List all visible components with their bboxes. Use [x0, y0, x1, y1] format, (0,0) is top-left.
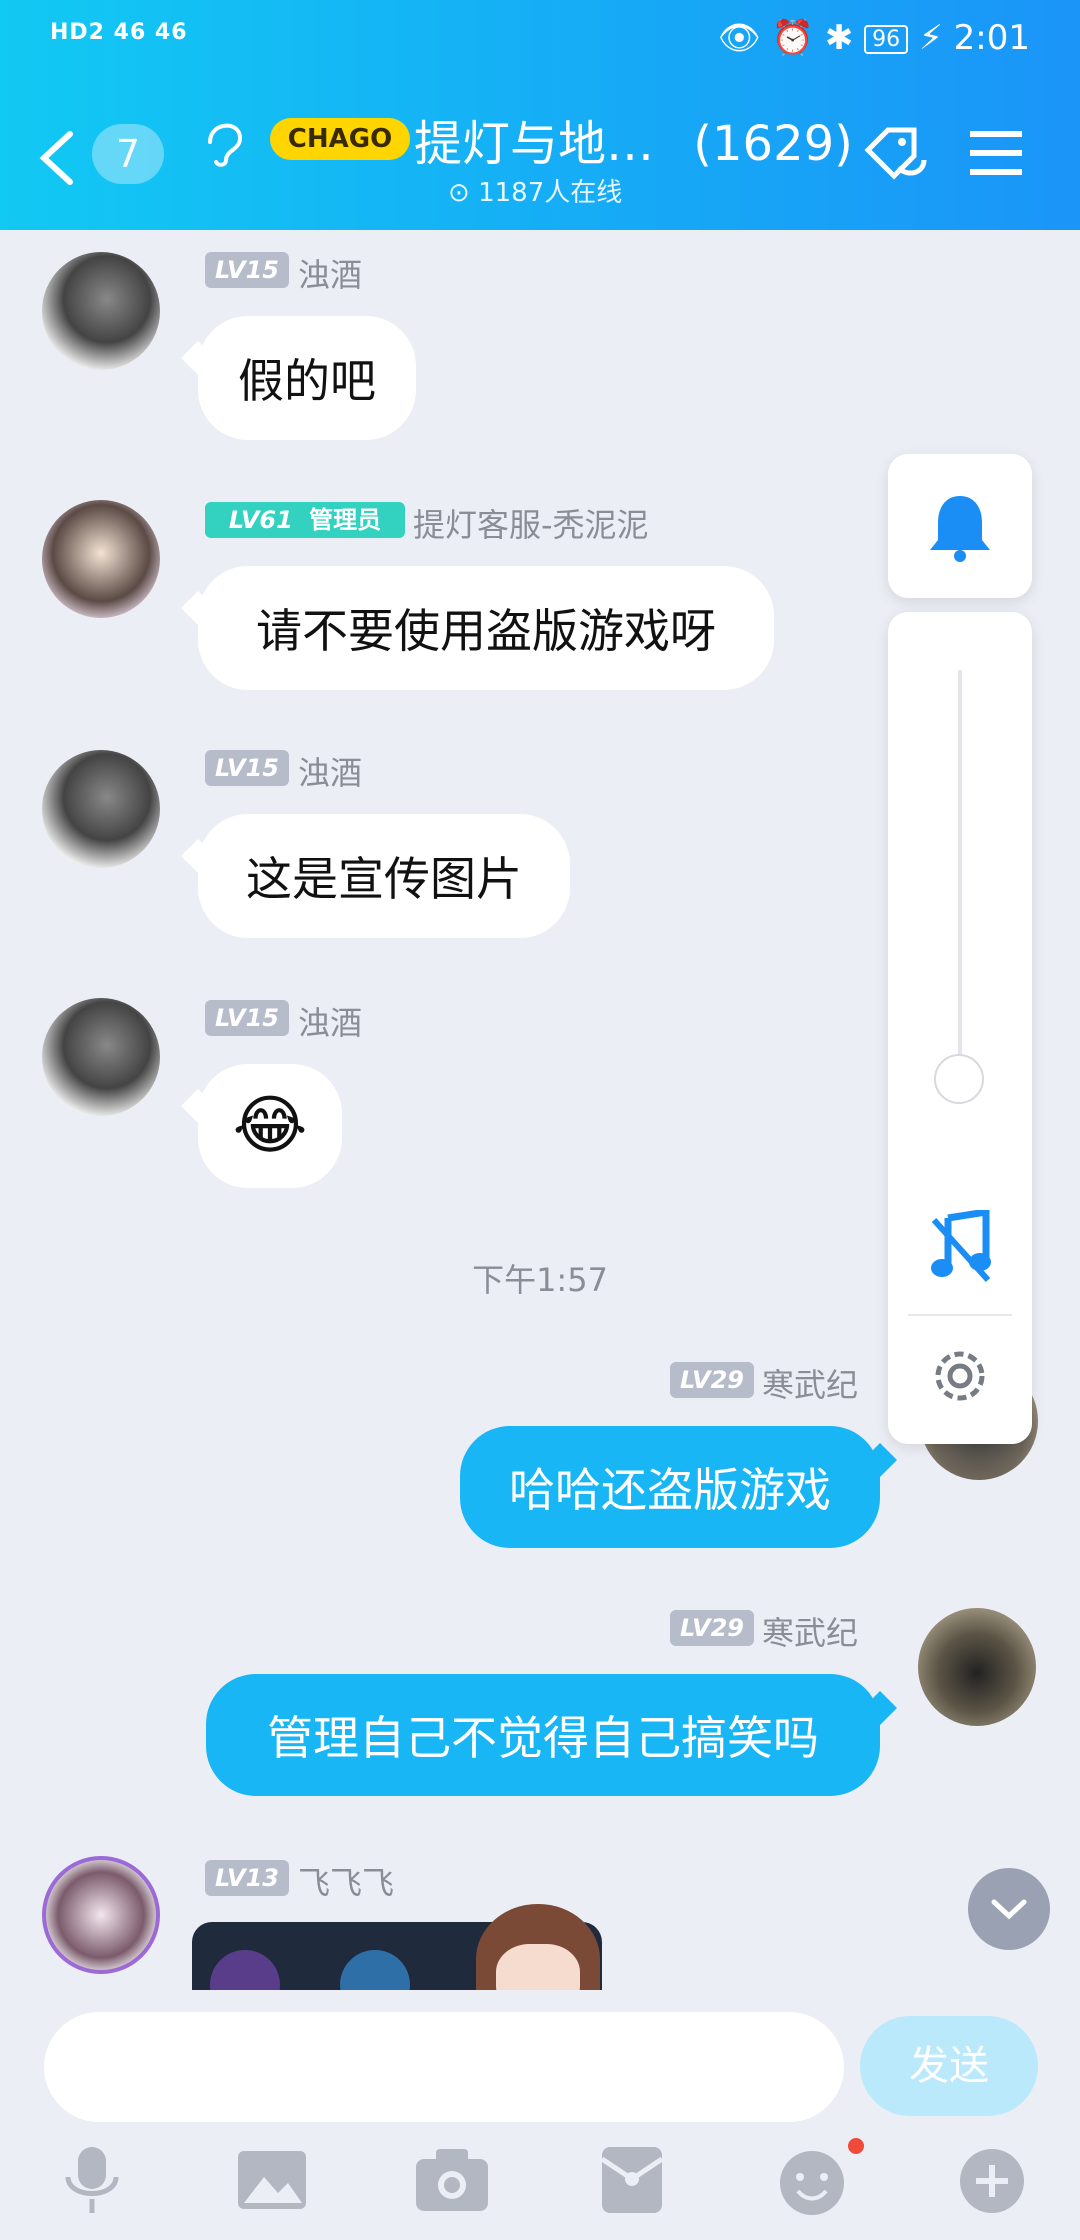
- level-badge: LV15: [205, 1000, 289, 1036]
- sender-name[interactable]: 浊酒: [298, 748, 362, 794]
- camera-icon[interactable]: [412, 2145, 492, 2215]
- charging-icon: ⚡: [918, 18, 943, 58]
- message-input[interactable]: [44, 2012, 844, 2122]
- level-badge: LV29: [670, 1610, 754, 1646]
- level-badge: LV61 管理员: [205, 502, 405, 538]
- online-count: 1187人在线: [478, 178, 623, 208]
- chevron-down-icon: [991, 1899, 1027, 1920]
- plus-icon[interactable]: [952, 2145, 1032, 2215]
- game-logo: CHAGO: [270, 118, 410, 160]
- sender-name[interactable]: 浊酒: [298, 250, 362, 296]
- bluetooth-icon: ✱: [824, 18, 854, 58]
- scroll-to-bottom-button[interactable]: [968, 1868, 1050, 1950]
- member-count: (1629): [693, 116, 853, 172]
- eye-icon: 👁: [717, 18, 761, 58]
- avatar[interactable]: [42, 252, 160, 370]
- level-badge: LV15: [205, 750, 289, 786]
- ear-icon[interactable]: [200, 112, 246, 168]
- sender-name[interactable]: 寒武纪: [762, 1608, 858, 1654]
- message-bubble[interactable]: 这是宣传图片: [198, 814, 570, 938]
- message-bubble[interactable]: 管理自己不觉得自己搞笑吗: [206, 1674, 880, 1796]
- avatar[interactable]: [42, 998, 160, 1116]
- menu-icon[interactable]: [968, 128, 1024, 178]
- online-status: ⊙ 1187人在线: [448, 172, 622, 209]
- alarm-icon: ⏰: [771, 18, 815, 58]
- volume-slider-thumb[interactable]: [934, 1054, 984, 1104]
- check-circle-icon: ⊙: [448, 178, 470, 208]
- group-name: 提灯与地…: [414, 116, 655, 172]
- avatar[interactable]: [918, 1608, 1036, 1726]
- notification-button[interactable]: [888, 454, 1032, 598]
- status-bar-left: HD2 46 46: [50, 20, 188, 45]
- microphone-icon[interactable]: [52, 2145, 132, 2215]
- bell-icon: [930, 496, 990, 562]
- emoji-icon[interactable]: [772, 2145, 852, 2215]
- level-badge: LV29: [670, 1362, 754, 1398]
- gear-icon[interactable]: [928, 1344, 992, 1408]
- admin-role: 管理员: [309, 506, 382, 534]
- volume-slider-track[interactable]: [958, 670, 962, 1080]
- sender-name[interactable]: 飞飞飞: [298, 1858, 394, 1904]
- avatar[interactable]: [42, 500, 160, 618]
- notification-dot: [848, 2138, 864, 2154]
- tag-swap-icon[interactable]: [858, 120, 934, 192]
- message-bubble[interactable]: 请不要使用盗版游戏呀: [198, 566, 774, 690]
- image-icon[interactable]: [232, 2145, 312, 2215]
- level-badge: LV13: [205, 1860, 289, 1896]
- sender-name[interactable]: 寒武纪: [762, 1360, 858, 1406]
- level-badge: LV15: [205, 252, 289, 288]
- chat-header: HD2 46 46 👁 ⏰ ✱ 96 ⚡ 2:01 7 CHAGO 提灯与地… …: [0, 0, 1080, 230]
- back-arrow-icon[interactable]: [34, 128, 78, 188]
- avatar[interactable]: [42, 1856, 160, 1974]
- music-muted-icon[interactable]: [930, 1210, 992, 1282]
- message-bubble[interactable]: 假的吧: [198, 316, 416, 440]
- message-bubble[interactable]: 😂: [198, 1064, 342, 1188]
- sender-name[interactable]: 浊酒: [298, 998, 362, 1044]
- group-title[interactable]: 提灯与地… (1629): [414, 104, 853, 174]
- status-bar-right: 👁 ⏰ ✱ 96 ⚡ 2:01: [718, 18, 1030, 58]
- divider: [908, 1314, 1012, 1316]
- level-text: LV61: [228, 506, 293, 534]
- avatar[interactable]: [42, 750, 160, 868]
- unread-count-badge[interactable]: 7: [92, 124, 164, 184]
- send-button[interactable]: 发送: [860, 2016, 1038, 2116]
- battery-indicator: 96: [864, 25, 909, 54]
- volume-panel: [888, 612, 1032, 1444]
- red-packet-icon[interactable]: [592, 2145, 672, 2215]
- sender-name[interactable]: 提灯客服-秃泥泥: [413, 500, 649, 546]
- message-bubble[interactable]: 哈哈还盗版游戏: [460, 1426, 880, 1548]
- clock: 2:01: [953, 18, 1030, 58]
